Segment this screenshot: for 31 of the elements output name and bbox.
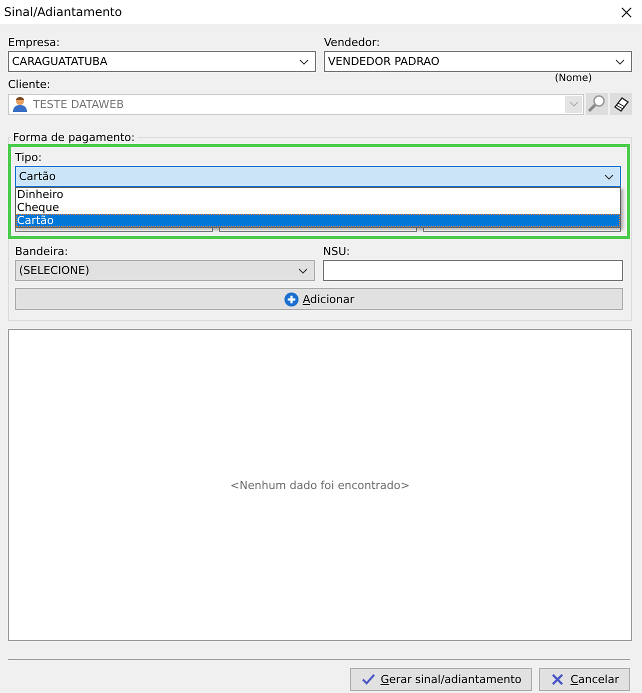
plus-icon	[284, 292, 299, 306]
field-label: Tipo:	[15, 150, 42, 166]
checkmark-icon	[360, 672, 376, 687]
type-dropdown[interactable]: Cartão	[15, 166, 621, 187]
cancel-button[interactable]: Cancelar	[539, 668, 630, 691]
chevron-down-icon	[298, 268, 308, 274]
seller-dropdown[interactable]: VENDEDOR PADRAO	[324, 51, 632, 72]
confirm-button[interactable]: Gerar sinal/adiantamento	[350, 668, 532, 691]
window-title: Sinal/Adiantamento	[4, 5, 122, 19]
group-title: Forma de pagamento:	[12, 131, 136, 144]
dropdown-option[interactable]: Cartão	[16, 214, 620, 227]
nsu-field[interactable]	[323, 260, 623, 281]
chevron-down-icon	[604, 174, 614, 180]
company-dropdown[interactable]: CARAGUATATUBA	[8, 51, 316, 72]
dropdown-option[interactable]: Cheque	[16, 201, 620, 214]
field-label: Cliente:	[8, 77, 50, 93]
person-icon	[13, 96, 27, 112]
field-label: Bandeira:	[15, 244, 68, 260]
close-icon	[550, 672, 566, 687]
add-button[interactable]: Adicionar	[15, 288, 623, 310]
chevron-down-icon	[615, 58, 625, 64]
close-icon[interactable]	[621, 6, 632, 18]
field-label: Vendedor:	[324, 35, 380, 51]
field-label: Empresa:	[8, 35, 60, 51]
chevron-down-icon	[299, 58, 309, 64]
eraser-icon[interactable]	[610, 93, 632, 115]
field-label: NSU:	[323, 244, 350, 260]
search-mode-label: (Nome)	[554, 73, 592, 84]
dropdown-option[interactable]: Dinheiro	[16, 188, 620, 201]
brand-dropdown[interactable]: (SELECIONE)	[15, 260, 315, 281]
empty-message: <Nenhum dado foi encontrado>	[230, 478, 410, 492]
